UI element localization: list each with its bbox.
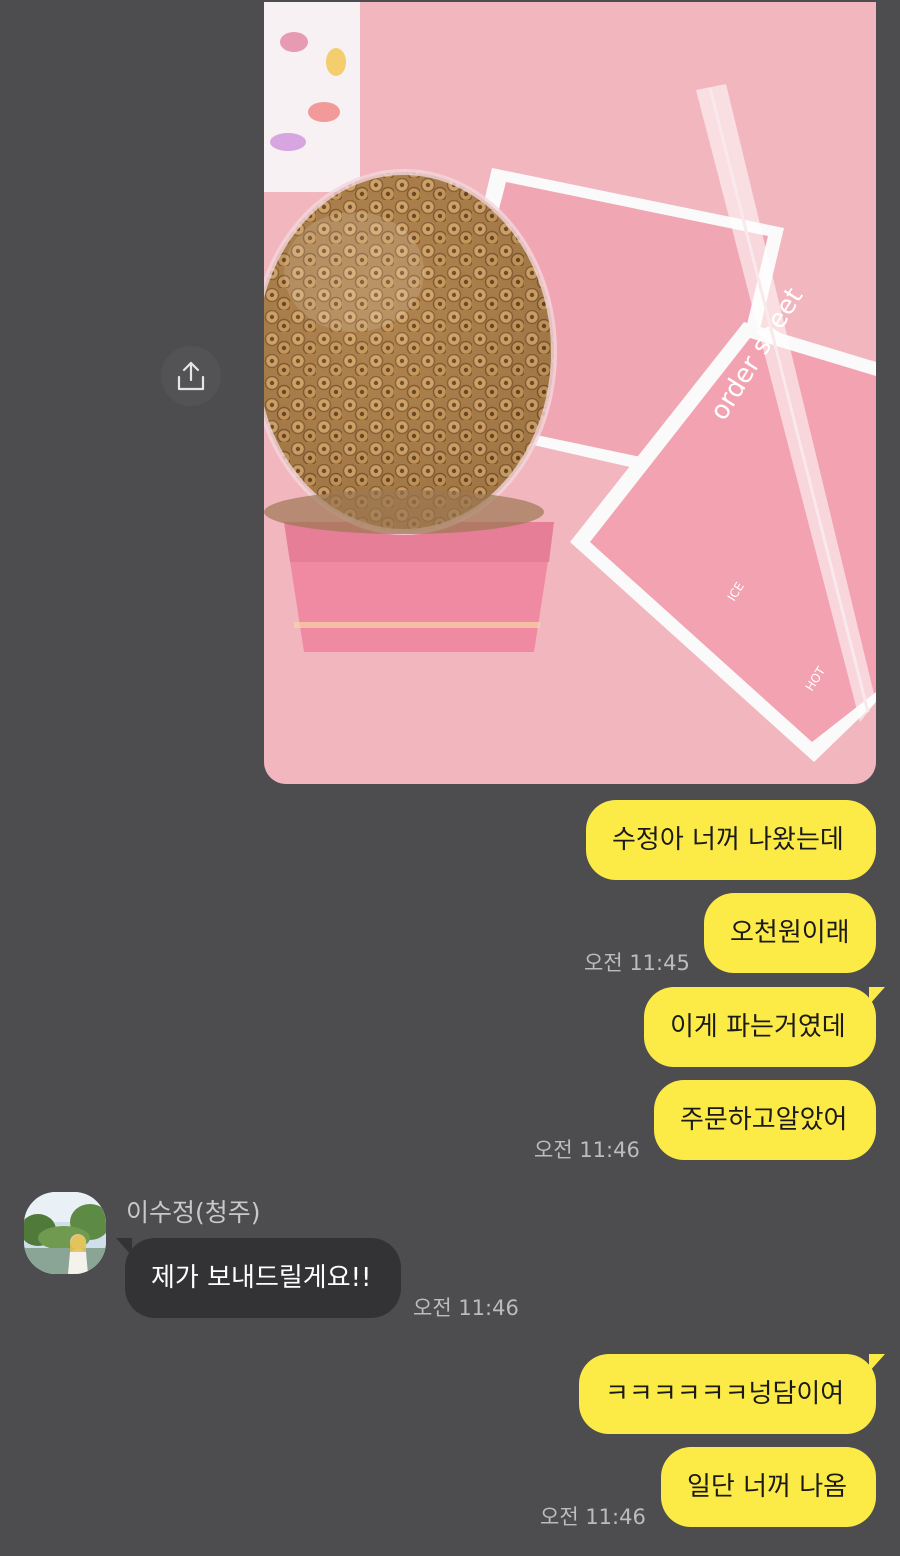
- my-message-bubble[interactable]: ㅋㅋㅋㅋㅋㅋ넝담이여: [579, 1354, 885, 1434]
- my-message-bubble[interactable]: 주문하고알았어: [654, 1080, 876, 1160]
- sender-name: 이수정(청주): [126, 1198, 261, 1227]
- share-upload-icon: [177, 361, 205, 391]
- my-message-bubble[interactable]: 일단 너꺼 나옴: [661, 1447, 876, 1527]
- my-message-bubble[interactable]: 수정아 너꺼 나왔는데: [586, 800, 876, 880]
- my-message-bubble[interactable]: 이게 파는거였데: [644, 987, 885, 1067]
- message-timestamp: 오전 11:45: [584, 951, 690, 975]
- shared-photo[interactable]: order sheet ICE HOT: [264, 2, 876, 784]
- message-timestamp: 오전 11:46: [534, 1138, 640, 1162]
- share-button[interactable]: [161, 346, 221, 406]
- their-message-bubble[interactable]: 제가 보내드릴게요!!: [116, 1238, 401, 1318]
- avatar-photo: [24, 1192, 106, 1274]
- my-message-bubble[interactable]: 오천원이래: [704, 893, 876, 973]
- photo-canvas: order sheet ICE HOT: [264, 2, 876, 784]
- message-timestamp: 오전 11:46: [413, 1296, 519, 1320]
- avatar[interactable]: [24, 1192, 106, 1274]
- message-timestamp: 오전 11:46: [540, 1505, 646, 1529]
